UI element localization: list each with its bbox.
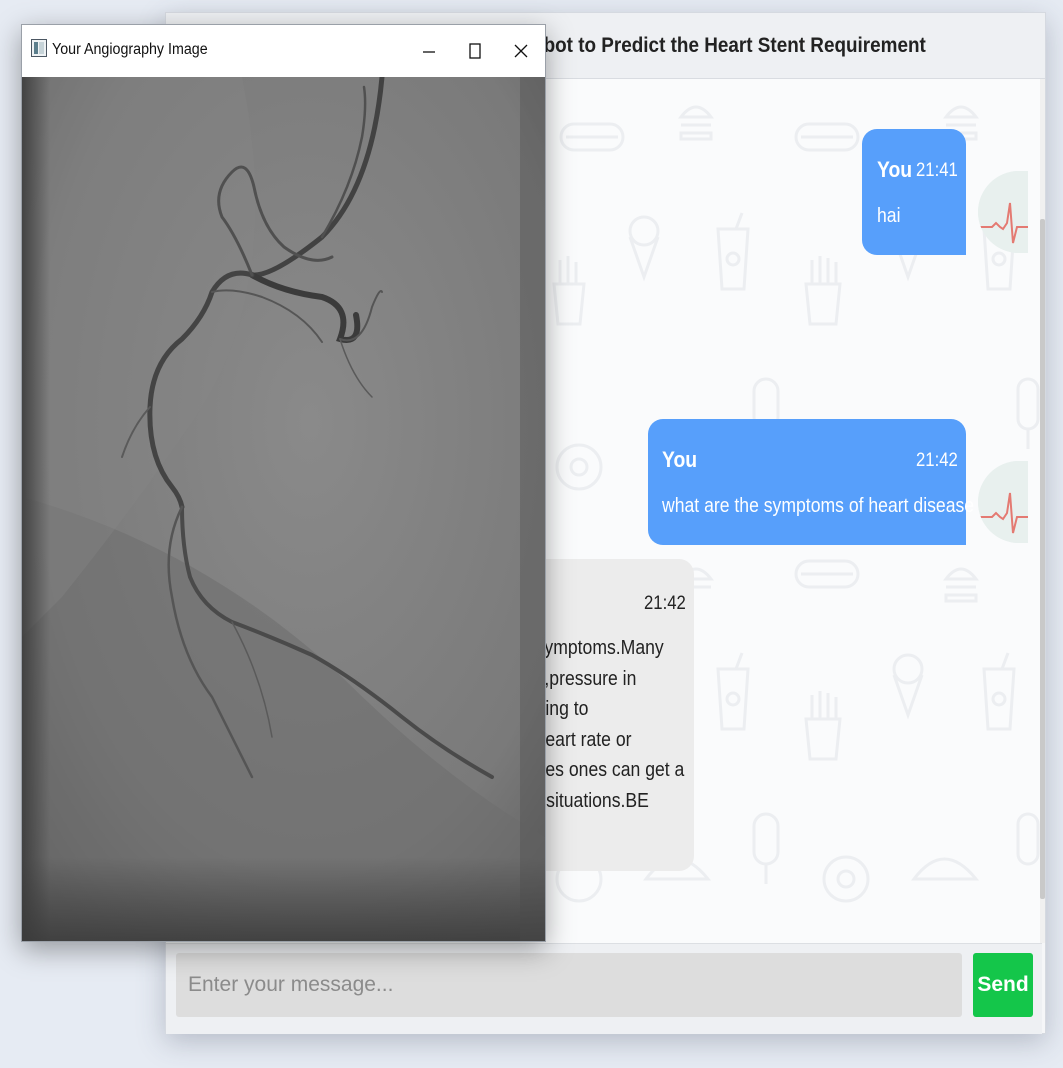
- fries-icon: [552, 256, 586, 326]
- app-icon: [31, 39, 47, 57]
- send-button[interactable]: Send: [973, 953, 1033, 1017]
- image-window-title: Your Angiography Image: [52, 41, 208, 58]
- donut-icon: [822, 855, 870, 903]
- message-text: what are the symptoms of heart disease: [662, 495, 975, 517]
- close-icon: [514, 44, 528, 58]
- cup-icon: [716, 652, 750, 731]
- hotdog-icon: [794, 122, 860, 152]
- message-input[interactable]: [176, 953, 962, 1017]
- burger-icon: [942, 567, 980, 603]
- message-time: 21:41: [916, 160, 958, 181]
- minimize-icon: [423, 51, 435, 53]
- message-input-area: Send: [166, 943, 1042, 1034]
- message-sender: You: [877, 157, 913, 182]
- chat-title: Chatbot to Predict the Heart Stent Requi…: [501, 33, 926, 57]
- maximize-button[interactable]: [452, 25, 498, 77]
- popsicle-icon: [1016, 377, 1040, 449]
- maximize-icon: [469, 43, 481, 59]
- burger-icon: [677, 105, 715, 141]
- angiography-image: [22, 77, 545, 941]
- user-message: You 21:42 what are the symptoms of heart…: [648, 419, 974, 545]
- ice-cream-icon: [892, 653, 924, 720]
- fries-icon: [804, 691, 842, 761]
- scrollbar-thumb[interactable]: [1040, 219, 1045, 899]
- message-time: 21:42: [916, 450, 958, 471]
- popsicle-icon: [752, 812, 780, 884]
- cup-icon: [716, 212, 750, 291]
- fries-icon: [804, 256, 842, 326]
- user-message: You 21:41 hai: [862, 129, 966, 255]
- popsicle-icon: [1016, 812, 1040, 866]
- image-window-titlebar[interactable]: Your Angiography Image: [22, 25, 545, 77]
- message-text: hai: [877, 205, 901, 227]
- angiography-picture: [22, 77, 545, 941]
- ice-cream-icon: [628, 215, 660, 282]
- close-button[interactable]: [498, 25, 544, 77]
- image-window: Your Angiography Image: [21, 24, 546, 942]
- desktop: Chatbot to Predict the Heart Stent Requi…: [0, 0, 1063, 1068]
- hotdog-icon: [559, 122, 625, 152]
- donut-icon: [555, 443, 603, 491]
- minimize-button[interactable]: [406, 25, 452, 77]
- scrollbar[interactable]: [1040, 79, 1045, 943]
- hotdog-icon: [794, 559, 860, 589]
- cup-icon: [982, 652, 1016, 731]
- message-sender: You: [662, 447, 698, 472]
- taco-icon: [642, 857, 980, 881]
- message-time: 21:42: [644, 593, 686, 614]
